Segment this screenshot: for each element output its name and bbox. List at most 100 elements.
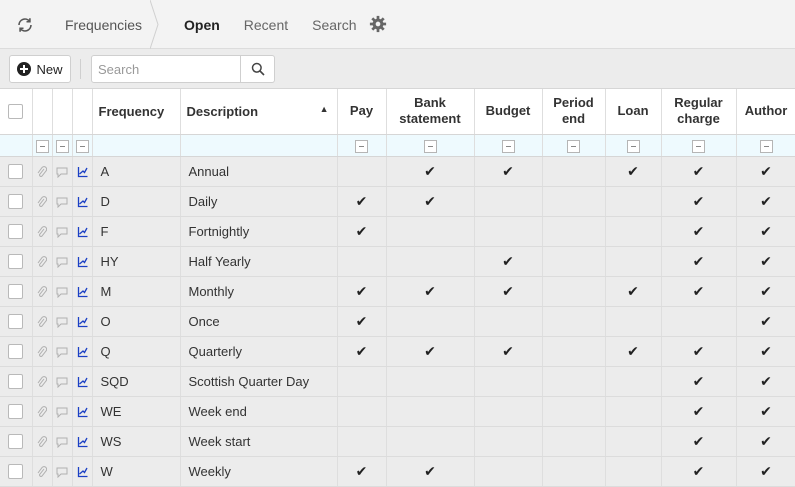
- comment-icon[interactable]: [56, 227, 68, 238]
- column-header-budget[interactable]: Budget: [474, 89, 543, 135]
- comment-icon[interactable]: [56, 347, 68, 358]
- paperclip-icon[interactable]: [37, 286, 47, 298]
- tab-open[interactable]: Open: [184, 17, 220, 33]
- column-header-bank-statement[interactable]: Bank statement: [386, 89, 475, 135]
- column-header-description[interactable]: Description ▲: [180, 89, 338, 135]
- table-row[interactable]: F Fortnightly ✔ ✔ ✔: [0, 216, 795, 247]
- filter-cell-frequency[interactable]: [92, 134, 181, 157]
- comment-icon[interactable]: [56, 257, 68, 268]
- paperclip-icon[interactable]: [37, 256, 47, 268]
- column-header-author[interactable]: Author: [736, 89, 795, 135]
- attachment-cell: [32, 306, 53, 337]
- refresh-icon[interactable]: [14, 14, 36, 36]
- loan-cell: [605, 426, 662, 457]
- select-all-checkbox[interactable]: [8, 104, 24, 120]
- gear-icon[interactable]: [369, 15, 387, 33]
- search-input[interactable]: [91, 55, 241, 83]
- filter-cell: [337, 134, 387, 157]
- filter-toggle-comment[interactable]: [55, 139, 69, 153]
- comment-icon[interactable]: [56, 197, 68, 208]
- paperclip-icon[interactable]: [37, 376, 47, 388]
- chart-icon[interactable]: [77, 316, 88, 328]
- filter-toggle-regular-charge[interactable]: [692, 139, 705, 153]
- table-row[interactable]: D Daily ✔ ✔ ✔ ✔: [0, 186, 795, 217]
- table-row[interactable]: Q Quarterly ✔ ✔ ✔ ✔ ✔ ✔: [0, 336, 795, 367]
- comment-icon[interactable]: [56, 287, 68, 298]
- column-header-period-end[interactable]: Period end: [542, 89, 606, 135]
- column-header-pay[interactable]: Pay: [337, 89, 387, 135]
- row-checkbox[interactable]: [8, 284, 24, 300]
- row-checkbox[interactable]: [8, 254, 24, 270]
- checkmark-icon: ✔: [424, 342, 436, 359]
- paperclip-icon[interactable]: [37, 436, 47, 448]
- frequency-code: A: [92, 156, 181, 187]
- filter-toggle-attach[interactable]: [35, 139, 49, 153]
- chart-icon[interactable]: [77, 256, 88, 268]
- comment-icon[interactable]: [56, 377, 68, 388]
- paperclip-icon[interactable]: [37, 196, 47, 208]
- row-checkbox[interactable]: [8, 344, 24, 360]
- search-button[interactable]: [241, 55, 275, 83]
- chart-icon[interactable]: [77, 376, 88, 388]
- checkmark-icon: ✔: [502, 282, 514, 299]
- tab-recent[interactable]: Recent: [244, 17, 288, 33]
- paperclip-icon[interactable]: [37, 346, 47, 358]
- chart-icon[interactable]: [77, 406, 88, 418]
- chart-icon[interactable]: [77, 286, 88, 298]
- chart-icon[interactable]: [77, 466, 88, 478]
- column-header-loan[interactable]: Loan: [605, 89, 662, 135]
- chart-icon[interactable]: [77, 196, 88, 208]
- filter-toggle-bank-statement[interactable]: [423, 139, 437, 153]
- paperclip-icon[interactable]: [37, 226, 47, 238]
- filter-toggle-budget[interactable]: [501, 139, 515, 153]
- filter-toggle-pay[interactable]: [355, 139, 368, 153]
- chart-icon[interactable]: [77, 346, 88, 358]
- frequency-code: F: [92, 216, 181, 247]
- paperclip-icon[interactable]: [37, 466, 47, 478]
- table-row[interactable]: WS Week start ✔ ✔: [0, 426, 795, 457]
- chart-icon[interactable]: [77, 436, 88, 448]
- filter-toggle-period-end[interactable]: [567, 139, 580, 153]
- table-row[interactable]: WE Week end ✔ ✔: [0, 396, 795, 427]
- attachment-cell: [32, 156, 53, 187]
- paperclip-icon[interactable]: [37, 406, 47, 418]
- row-checkbox[interactable]: [8, 404, 24, 420]
- filter-toggle-author[interactable]: [759, 139, 773, 153]
- new-button[interactable]: New: [9, 55, 71, 83]
- row-checkbox[interactable]: [8, 434, 24, 450]
- column-header-regular-charge[interactable]: Regular charge: [661, 89, 737, 135]
- chart-icon[interactable]: [77, 226, 88, 238]
- table-row[interactable]: A Annual ✔ ✔ ✔ ✔ ✔: [0, 156, 795, 187]
- row-checkbox[interactable]: [8, 164, 24, 180]
- paperclip-icon[interactable]: [37, 316, 47, 328]
- comment-icon[interactable]: [56, 437, 68, 448]
- author-cell: ✔: [736, 396, 795, 427]
- comment-icon[interactable]: [56, 407, 68, 418]
- description: Half Yearly: [180, 246, 338, 277]
- filter-toggle-chart[interactable]: [75, 139, 89, 153]
- filter-cell-description[interactable]: [180, 134, 338, 157]
- table-row[interactable]: W Weekly ✔ ✔ ✔ ✔: [0, 456, 795, 487]
- budget-cell: ✔: [474, 336, 543, 367]
- filter-toggle-loan[interactable]: [626, 139, 640, 153]
- comment-icon[interactable]: [56, 317, 68, 328]
- row-checkbox[interactable]: [8, 224, 24, 240]
- comment-icon[interactable]: [56, 167, 68, 178]
- row-checkbox[interactable]: [8, 464, 24, 480]
- table-row[interactable]: M Monthly ✔ ✔ ✔ ✔ ✔ ✔: [0, 276, 795, 307]
- budget-cell: [474, 456, 543, 487]
- row-checkbox[interactable]: [8, 314, 24, 330]
- table-row[interactable]: O Once ✔ ✔: [0, 306, 795, 337]
- row-checkbox[interactable]: [8, 374, 24, 390]
- tab-search[interactable]: Search: [312, 17, 356, 33]
- checkmark-icon: ✔: [760, 432, 772, 449]
- breadcrumb[interactable]: Frequencies: [50, 0, 156, 49]
- chart-icon[interactable]: [77, 166, 88, 178]
- row-checkbox[interactable]: [8, 194, 24, 210]
- comment-icon[interactable]: [56, 467, 68, 478]
- regular-charge-cell: ✔: [661, 426, 737, 457]
- table-row[interactable]: SQD Scottish Quarter Day ✔ ✔: [0, 366, 795, 397]
- column-header-frequency[interactable]: Frequency: [92, 89, 181, 135]
- paperclip-icon[interactable]: [37, 166, 47, 178]
- table-row[interactable]: HY Half Yearly ✔ ✔ ✔: [0, 246, 795, 277]
